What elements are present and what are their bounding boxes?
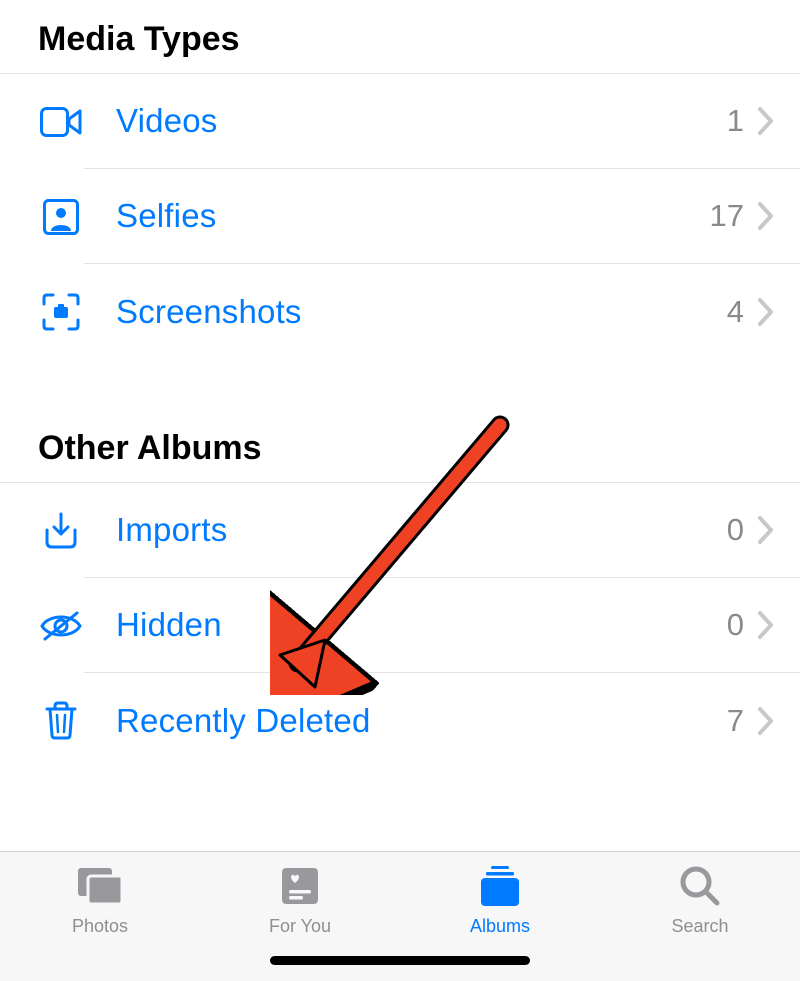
videos-icon — [38, 99, 84, 145]
row-imports[interactable]: Imports 0 — [0, 483, 800, 578]
row-count: 7 — [727, 703, 744, 739]
tab-search[interactable]: Search — [600, 852, 800, 981]
tab-label: For You — [269, 916, 331, 937]
section-header-other-albums: Other Albums — [0, 359, 800, 482]
chevron-right-icon — [758, 707, 774, 735]
search-tab-icon — [675, 863, 725, 909]
row-label: Selfies — [116, 197, 710, 235]
row-label: Recently Deleted — [116, 702, 727, 740]
selfies-icon — [38, 194, 84, 240]
albums-tab-icon — [475, 863, 525, 909]
trash-icon — [38, 698, 84, 744]
row-label: Screenshots — [116, 293, 727, 331]
row-videos[interactable]: Videos 1 — [0, 74, 800, 169]
row-recently-deleted[interactable]: Recently Deleted 7 — [0, 673, 800, 768]
tab-label: Search — [671, 916, 728, 937]
tab-photos[interactable]: Photos — [0, 852, 200, 981]
chevron-right-icon — [758, 516, 774, 544]
tab-label: Albums — [470, 916, 530, 937]
row-count: 0 — [727, 607, 744, 643]
home-indicator — [270, 956, 530, 965]
chevron-right-icon — [758, 202, 774, 230]
row-label: Hidden — [116, 606, 727, 644]
chevron-right-icon — [758, 107, 774, 135]
tab-label: Photos — [72, 916, 128, 937]
row-count: 4 — [727, 294, 744, 330]
row-count: 0 — [727, 512, 744, 548]
tab-bar: Photos For You Albums — [0, 851, 800, 981]
row-count: 17 — [710, 198, 744, 234]
chevron-right-icon — [758, 298, 774, 326]
imports-icon — [38, 508, 84, 554]
row-selfies[interactable]: Selfies 17 — [0, 169, 800, 264]
for-you-tab-icon — [275, 863, 325, 909]
hidden-icon — [38, 603, 84, 649]
chevron-right-icon — [758, 611, 774, 639]
photos-tab-icon — [75, 863, 125, 909]
section-header-media-types: Media Types — [0, 0, 800, 73]
row-label: Imports — [116, 511, 727, 549]
row-label: Videos — [116, 102, 727, 140]
row-count: 1 — [727, 103, 744, 139]
row-screenshots[interactable]: Screenshots 4 — [0, 264, 800, 359]
screenshots-icon — [38, 289, 84, 335]
row-hidden[interactable]: Hidden 0 — [0, 578, 800, 673]
